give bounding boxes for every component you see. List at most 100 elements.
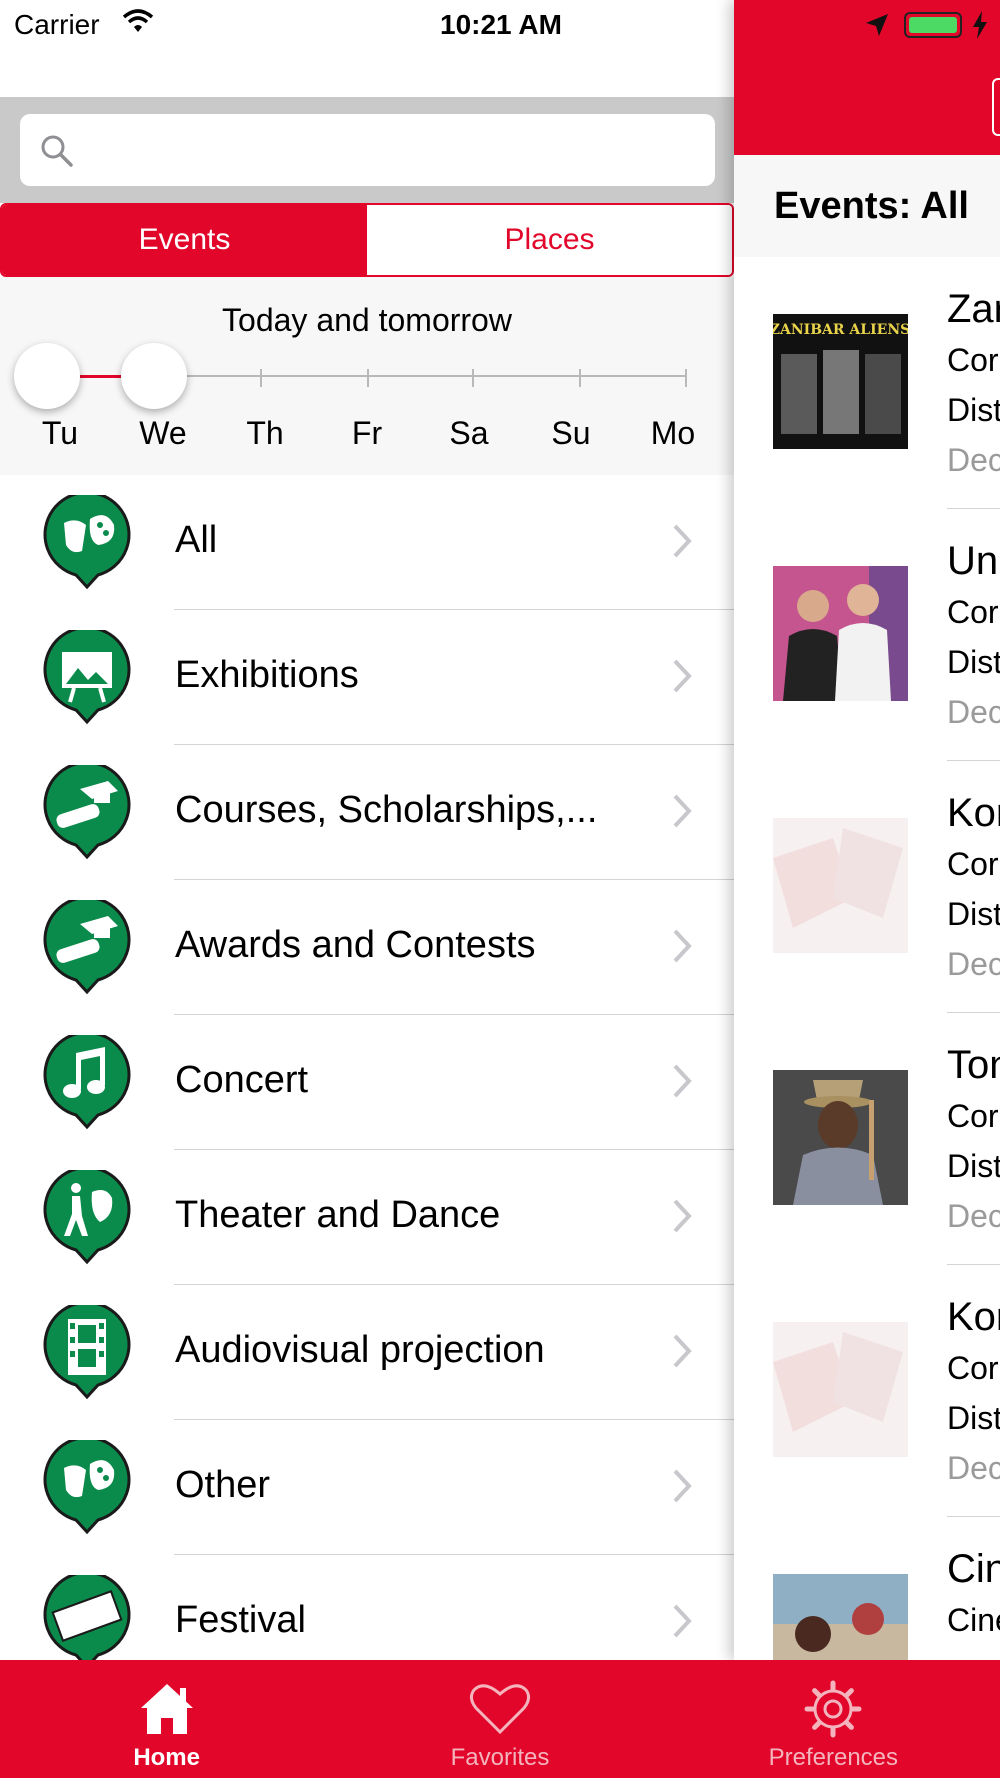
tab-home[interactable]: Home	[0, 1660, 333, 1778]
slider-tick	[472, 369, 474, 387]
heart-icon	[469, 1684, 531, 1735]
tab-preferences[interactable]: Preferences	[667, 1660, 1000, 1778]
event-item[interactable]: ZANIBAR ALIENS Zar Cor Dist Dec	[734, 257, 1000, 509]
event-date: Dec	[947, 1450, 1000, 1486]
chevron-right-icon	[672, 523, 692, 564]
carrier-label: Carrier	[14, 9, 100, 40]
events-places-segmented-control: Events Places	[0, 203, 734, 277]
search-icon	[40, 134, 74, 173]
event-title: Kor	[947, 1295, 1000, 1339]
category-row-other[interactable]: Other	[0, 1420, 734, 1555]
category-label: Theater and Dance	[175, 1194, 501, 1236]
category-row-festival[interactable]: Festival	[0, 1555, 734, 1660]
category-row-exhibitions[interactable]: Exhibitions	[0, 610, 734, 745]
day-label: We	[139, 415, 187, 451]
day-label: Tu	[41, 415, 79, 451]
tab-favorites[interactable]: Favorites	[333, 1660, 666, 1778]
category-label: Festival	[175, 1599, 306, 1641]
event-title: Kor	[947, 791, 1000, 835]
chevron-right-icon	[672, 793, 692, 834]
category-label: All	[175, 519, 218, 561]
category-label: Other	[175, 1464, 271, 1506]
category-row-all[interactable]: All	[0, 475, 734, 610]
search-field[interactable]	[20, 114, 715, 186]
slider-tick	[260, 369, 262, 387]
gear-icon	[804, 1680, 862, 1738]
category-label: Concert	[175, 1059, 309, 1101]
category-label: Awards and Contests	[175, 924, 536, 966]
category-label: Courses, Scholarships,...	[175, 789, 598, 831]
tab-label: Favorites	[450, 1744, 550, 1771]
events-section-header: Events: All	[734, 155, 1000, 257]
event-item[interactable]: Kor Cor Dist Dec	[734, 1265, 1000, 1517]
category-label: Exhibitions	[175, 654, 359, 696]
easel-picture-icon	[42, 626, 132, 726]
event-category: Cine	[947, 1602, 1000, 1638]
event-item[interactable]: Ton Cor Dist Dec	[734, 1013, 1000, 1265]
chevron-right-icon	[672, 1468, 692, 1509]
tab-label: Home	[133, 1744, 200, 1771]
slider-tick	[367, 369, 369, 387]
home-icon	[140, 1684, 193, 1734]
chevron-right-icon	[672, 658, 692, 699]
event-category: Cor	[947, 342, 999, 378]
event-title: Ton	[947, 1043, 1000, 1087]
event-date: Dec	[947, 946, 1000, 982]
slider-start-handle[interactable]	[14, 343, 80, 409]
day-label: Fr	[351, 415, 383, 451]
event-distance: Dist	[947, 392, 1000, 428]
nav-button[interactable]	[992, 78, 1000, 136]
category-row-audiovisual[interactable]: Audiovisual projection	[0, 1285, 734, 1420]
segment-places[interactable]: Places	[367, 205, 732, 275]
day-label: Th	[246, 415, 284, 451]
event-distance: Dist	[947, 1148, 1000, 1184]
event-distance: Dist	[947, 644, 1000, 680]
slider-tick	[579, 369, 581, 387]
event-date: Dec	[947, 694, 1000, 730]
event-thumbnail: ZANIBAR ALIENS	[773, 314, 908, 449]
fest-sign-icon	[42, 1571, 132, 1660]
event-category: Cor	[947, 594, 999, 630]
graduation-cap-icon	[42, 761, 132, 861]
app-root: Carrier 10:21 AM Events Places Today and…	[0, 0, 1000, 1778]
events-title: Events: All	[774, 185, 969, 227]
thumbnail-caption: ZANIBAR ALIENS	[773, 322, 908, 338]
event-title: Zar	[947, 287, 1000, 331]
search-input[interactable]	[90, 126, 690, 174]
day-label: Mo	[650, 415, 696, 451]
day-label: Su	[551, 415, 591, 451]
event-item[interactable]: Un Cor Dist Dec	[734, 509, 1000, 761]
tab-label: Preferences	[768, 1744, 899, 1771]
category-row-courses[interactable]: Courses, Scholarships,...	[0, 745, 734, 880]
event-thumbnail	[773, 1574, 908, 1660]
date-range-selector: Today and tomorrow Tu We Th Fr Sa Su Mo	[0, 277, 734, 475]
slider-end-handle[interactable]	[121, 343, 187, 409]
category-row-theater-dance[interactable]: Theater and Dance	[0, 1150, 734, 1285]
event-thumbnail	[773, 818, 908, 953]
music-note-icon	[42, 1031, 132, 1131]
category-list: All Exhibitions Courses, Scholarships,..…	[0, 475, 734, 1660]
events-nav-bar	[734, 0, 1000, 155]
event-item[interactable]: Cin Cine	[734, 1517, 1000, 1660]
day-label: Sa	[449, 415, 489, 451]
event-date: Dec	[947, 1198, 1000, 1234]
event-item[interactable]: Kor Cor Dist Dec	[734, 761, 1000, 1013]
status-bar: Carrier 10:21 AM	[0, 0, 734, 50]
segment-events[interactable]: Events	[2, 205, 367, 275]
masks-palette-icon	[42, 1436, 132, 1536]
tab-bar: Home Favorites Preferences	[0, 1660, 1000, 1778]
chevron-right-icon	[672, 928, 692, 969]
event-category: Cor	[947, 1350, 999, 1386]
event-title: Un	[947, 539, 999, 583]
event-title: Cin	[947, 1547, 1000, 1591]
chevron-right-icon	[672, 1603, 692, 1644]
charging-bolt-icon	[972, 10, 988, 45]
category-row-concert[interactable]: Concert	[0, 1015, 734, 1150]
battery-icon	[904, 12, 962, 38]
graduation-cap-icon	[42, 896, 132, 996]
dancer-mask-icon	[42, 1166, 132, 1266]
chevron-right-icon	[672, 1063, 692, 1104]
chevron-right-icon	[672, 1198, 692, 1239]
category-row-awards[interactable]: Awards and Contests	[0, 880, 734, 1015]
category-panel: Carrier 10:21 AM Events Places Today and…	[0, 0, 734, 1660]
